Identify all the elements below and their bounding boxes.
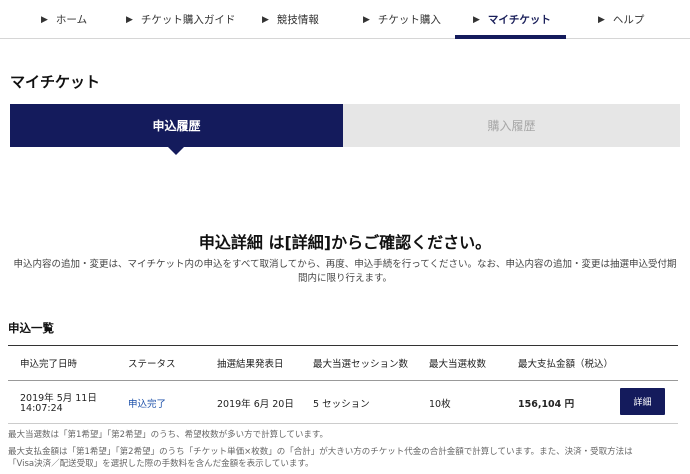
active-tab-pointer	[168, 147, 184, 155]
ticket-count: 10枚	[429, 399, 451, 410]
nav-item-label: マイチケット	[487, 14, 551, 26]
column-header: ステータス	[128, 359, 176, 370]
detail-button[interactable]: 詳細	[620, 388, 665, 415]
footnote-line: 「Visa決済／配送受取」を選択した際の手数料を含んだ金額を表示しています。	[8, 459, 314, 469]
section-title: 申込一覧	[8, 321, 54, 335]
nav-item-label: ホーム	[55, 14, 88, 26]
nav-item-label: 競技情報	[276, 14, 319, 26]
chevron-right-icon: ▶	[262, 14, 269, 25]
result-date: 2019年 6月 20日	[217, 399, 294, 410]
nav-item-ticket-guide[interactable]: ▶ チケット購入ガイド	[126, 0, 235, 39]
chevron-right-icon: ▶	[41, 14, 48, 25]
nav-item-label: ヘルプ	[612, 14, 645, 26]
column-header: 申込完了日時	[20, 359, 78, 370]
footnote-max-winning: 最大当選数は「第1希望」「第2希望」のうち、希望枚数が多い方で計算しています。	[8, 430, 328, 440]
max-payment-amount: 156,104 円	[518, 399, 575, 410]
table-row-rule	[8, 423, 678, 424]
table-header-rule	[8, 380, 678, 381]
nav-item-label: チケット購入ガイド	[140, 14, 236, 26]
footnote-max-payment: 最大支払金額は「第1希望」「第2希望」のうち「チケット単価×枚数」の「合計」が大…	[8, 446, 684, 470]
chevron-right-icon: ▶	[363, 14, 370, 25]
column-header: 最大当選枚数	[429, 359, 487, 370]
page-title: マイチケット	[10, 73, 101, 91]
nav-item-events[interactable]: ▶ 競技情報	[262, 0, 319, 39]
nav-item-help[interactable]: ▶ ヘルプ	[598, 0, 644, 39]
tab-application-history[interactable]: 申込履歴	[10, 104, 343, 147]
nav-item-ticket-purchase[interactable]: ▶ チケット購入	[363, 0, 441, 39]
nav-item-home[interactable]: ▶ ホーム	[41, 0, 87, 39]
nav-item-my-ticket[interactable]: ▶ マイチケット	[473, 0, 551, 39]
chevron-right-icon: ▶	[598, 14, 605, 25]
notice-text: 申込内容の追加・変更は、マイチケット内の申込をすべて取消してから、再度、申込手続…	[8, 258, 682, 286]
session-count: 5 セッション	[313, 399, 370, 410]
top-navigation: ▶ ホーム ▶ チケット購入ガイド ▶ 競技情報 ▶ チケット購入 ▶ マイチケ…	[0, 0, 690, 39]
notice-heading: 申込詳細 は[詳細]からご確認ください。	[198, 233, 492, 252]
column-header: 抽選結果発表日	[217, 359, 284, 370]
column-header: 最大支払金額（税込）	[518, 359, 614, 370]
column-header: 最大当選セッション数	[313, 359, 409, 370]
application-date: 2019年 5月 11日	[20, 393, 97, 404]
tab-label: 購入履歴	[487, 119, 536, 133]
tab-label: 申込履歴	[152, 119, 201, 133]
footnote-line: 最大支払金額は「第1希望」「第2希望」のうち「チケット単価×枚数」の「合計」が大…	[8, 447, 633, 457]
status-link[interactable]: 申込完了	[128, 396, 166, 410]
nav-item-label: チケット購入	[377, 14, 441, 26]
chevron-right-icon: ▶	[473, 14, 480, 25]
chevron-right-icon: ▶	[126, 14, 133, 25]
tab-purchase-history[interactable]: 購入履歴	[343, 104, 680, 147]
notice-line: 間内に限り行えます。	[297, 273, 393, 284]
active-nav-indicator	[455, 35, 566, 39]
notice-line: 申込内容の追加・変更は、マイチケット内の申込をすべて取消してから、再度、申込手続…	[13, 259, 677, 270]
application-time: 14:07:24	[20, 403, 63, 414]
table-top-rule	[8, 345, 678, 346]
